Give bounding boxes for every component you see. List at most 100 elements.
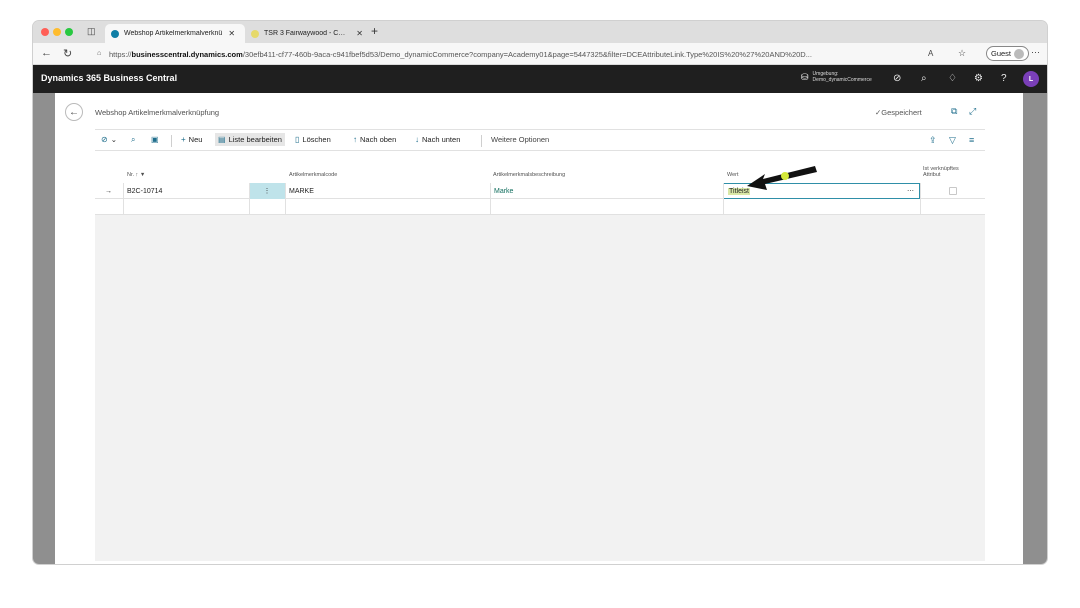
column-header-nr[interactable]: Nr. ↑ ▼	[127, 172, 145, 178]
view-button[interactable]: ▣	[151, 135, 162, 144]
current-row-arrow-icon: →	[105, 187, 112, 195]
move-down-button[interactable]: ↓ Nach unten	[415, 135, 460, 144]
divider	[123, 183, 124, 199]
lookup-ellipsis-icon[interactable]: ⋯	[907, 187, 914, 195]
edit-list-button[interactable]: ▤ Liste bearbeiten	[215, 133, 285, 146]
cell-nr[interactable]: B2C-10714	[123, 183, 249, 199]
more-options-button[interactable]: Weitere Optionen	[491, 135, 549, 144]
move-down-label: Nach unten	[422, 135, 461, 144]
table-row[interactable]: → B2C-10714 ⋮ MARKE Marke Titleist ⋯	[95, 183, 985, 199]
edit-list-icon: ▤	[218, 135, 226, 144]
list-view-icon[interactable]: ≡	[969, 135, 974, 145]
tab-webshop[interactable]: Webshop Artikelmerkmalverknü ✕	[105, 24, 245, 43]
move-up-button[interactable]: ↑ Nach oben	[353, 135, 396, 144]
guest-label: Guest	[990, 49, 1011, 58]
trash-icon: ▯	[295, 135, 300, 144]
action-bar: ⊘ ⌄ ⌕ ▣ + Neu ▤ Liste bearbeiten ▯ Löschen ↑…	[95, 129, 985, 151]
open-new-window-icon[interactable]: ⧉	[951, 106, 957, 117]
reload-icon[interactable]: ↻	[63, 47, 72, 60]
copilot-icon[interactable]: ⊘	[893, 73, 901, 84]
sidebar-toggle-icon[interactable]: ◫	[87, 26, 96, 37]
environment-icon: ⛁	[801, 71, 809, 82]
cell-description[interactable]: Marke	[490, 183, 723, 199]
tab-title: TSR 3 Fairwaywood - CRONUS	[264, 30, 350, 37]
close-window-button[interactable]	[41, 28, 49, 36]
divider	[723, 199, 724, 215]
column-header-code[interactable]: Artikelmerkmalcode	[289, 172, 337, 178]
profile-avatar-icon	[1014, 48, 1024, 59]
url-scheme: https://	[109, 49, 132, 59]
url-field[interactable]: ⌂ https://businesscentral.dynamics.com/3…	[89, 46, 957, 62]
app-header: Dynamics 365 Business Central ⛁ Umgebung…	[33, 65, 1047, 93]
notifications-icon[interactable]: ♢	[948, 73, 957, 84]
arrow-down-icon: ↓	[415, 135, 419, 144]
help-icon[interactable]: ?	[1001, 73, 1007, 84]
separator	[171, 135, 172, 147]
read-aloud-icon[interactable]: A	[928, 49, 933, 58]
back-arrow-icon: ←	[69, 106, 79, 118]
divider	[249, 183, 250, 199]
back-button[interactable]: ←	[65, 103, 83, 121]
nr-header-label: Nr. ↑	[127, 172, 139, 178]
url-host: businesscentral.dynamics.com	[131, 49, 243, 59]
annotation-badge-icon	[781, 172, 789, 180]
list-page: ← Webshop Artikelmerkmalverknüpfung ✓Ges…	[55, 93, 1023, 564]
d365-favicon-icon	[111, 29, 119, 38]
share-icon[interactable]: ⇪	[929, 135, 937, 146]
new-label: Neu	[188, 135, 203, 144]
new-tab-icon[interactable]: +	[371, 24, 378, 38]
column-header-wert[interactable]: Wert	[727, 172, 739, 178]
filter-funnel-icon: ▼	[139, 172, 146, 178]
expand-icon[interactable]: ⤢	[969, 106, 976, 117]
grid-header: Nr. ↑ ▼ Artikelmerkmalcode Artikelmerkma…	[95, 165, 985, 183]
delete-label: Löschen	[302, 135, 331, 144]
empty-row[interactable]	[95, 199, 985, 215]
linked-checkbox[interactable]	[948, 187, 957, 195]
minimize-window-button[interactable]	[53, 28, 61, 36]
delete-button[interactable]: ▯ Löschen	[295, 135, 331, 144]
copilot-dropdown-button[interactable]: ⊘ ⌄	[101, 135, 117, 144]
tab-title: Webshop Artikelmerkmalverknü	[124, 30, 223, 37]
cell-code[interactable]: MARKE	[285, 183, 490, 199]
divider	[285, 199, 286, 215]
search-button[interactable]: ⌕	[131, 135, 138, 145]
column-header-linked[interactable]: Ist verknüpftes Attribut	[923, 166, 959, 178]
close-tab-icon[interactable]: ✕	[356, 29, 363, 38]
column-header-description[interactable]: Artikelmerkmalsbeschreibung	[493, 172, 565, 178]
row-actions-button[interactable]: ⋮	[249, 183, 285, 199]
edit-list-label: Liste bearbeiten	[228, 135, 282, 144]
app-name[interactable]: Dynamics 365 Business Central	[41, 73, 177, 83]
linked-header-line2: Attribut	[923, 172, 941, 178]
favorites-icon[interactable]: ☆	[958, 48, 966, 59]
divider	[490, 183, 491, 199]
more-menu-icon[interactable]: ⋯	[1031, 47, 1040, 58]
search-icon[interactable]: ⌕	[921, 73, 927, 84]
close-tab-icon[interactable]: ✕	[228, 29, 235, 38]
saved-label: Gespeichert	[881, 108, 922, 117]
new-button[interactable]: + Neu	[181, 135, 202, 144]
data-grid: Nr. ↑ ▼ Artikelmerkmalcode Artikelmerkma…	[95, 165, 985, 561]
cell-linked	[920, 183, 985, 199]
env-value: Demo_dynamicCommerce	[812, 77, 872, 83]
divider	[285, 183, 286, 199]
divider	[123, 199, 124, 215]
browser-window: ◫ Webshop Artikelmerkmalverknü ✕ TSR 3 F…	[33, 21, 1047, 564]
view-icon: ▣	[151, 135, 159, 144]
lock-icon: ⌂	[97, 50, 102, 57]
back-arrow-icon[interactable]: ←	[41, 47, 52, 59]
loading-favicon-icon	[251, 29, 259, 38]
environment-indicator[interactable]: ⛁ Umgebung: Demo_dynamicCommerce	[801, 71, 872, 83]
divider	[920, 199, 921, 215]
filter-icon[interactable]: ▽	[949, 135, 956, 146]
tab-bar: ◫ Webshop Artikelmerkmalverknü ✕ TSR 3 F…	[33, 21, 1047, 43]
tab-cronus[interactable]: TSR 3 Fairwaywood - CRONUS ✕	[245, 24, 369, 43]
maximize-window-button[interactable]	[65, 28, 73, 36]
divider	[723, 183, 724, 199]
content-area: ← Webshop Artikelmerkmalverknüpfung ✓Ges…	[33, 93, 1047, 564]
user-avatar[interactable]: L	[1023, 71, 1039, 87]
copilot-icon: ⊘	[101, 135, 108, 144]
divider	[920, 183, 921, 199]
settings-gear-icon[interactable]: ⚙	[974, 73, 983, 84]
annotation-arrow-icon	[747, 166, 817, 190]
guest-profile-button[interactable]: Guest	[985, 46, 1029, 61]
